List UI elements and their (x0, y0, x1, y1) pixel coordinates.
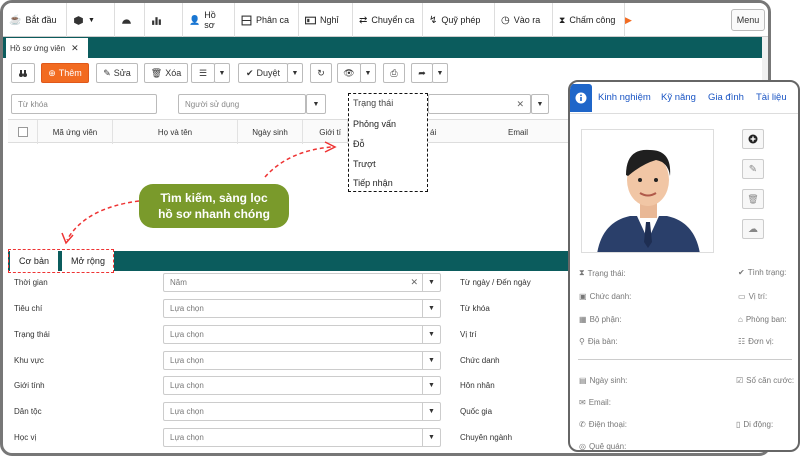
clear-icon[interactable]: ✕ (410, 277, 418, 288)
caret-down-icon: ▼ (422, 429, 440, 446)
envelope-icon: ✉ (579, 398, 586, 407)
form-row: Học vị Lựa chọn ▼ Chuyên ngành (3, 428, 573, 448)
form-label-right: Chuyên ngành (460, 433, 513, 442)
form-label: Giới tính (14, 381, 45, 390)
field-status: ⧗ Trạng thái: (579, 268, 626, 278)
caret-down-icon: ▼ (422, 300, 440, 317)
check-square-icon: ☑ (736, 376, 744, 385)
region-select[interactable]: Lựa chọn ▼ (163, 351, 441, 370)
form-label-right: Từ ngày / Đến ngày (460, 278, 531, 287)
menu-button[interactable]: Menu (731, 9, 765, 31)
field-department: ▦ Bộ phận: (579, 315, 622, 324)
form-label-right: Chức danh (460, 356, 500, 365)
form-row: Trạng thái Lựa chọn ▼ Vị trí (3, 325, 573, 345)
field-condition: ✔ Tình trạng: (738, 268, 787, 277)
globe-icon: ◎ (579, 442, 586, 451)
menu-scroll-right-icon[interactable]: ▶ (625, 3, 635, 37)
divider (578, 359, 792, 360)
field-position: ▭ Vị trí: (738, 292, 768, 301)
form-row: Giới tính Lựa chọn ▼ Hôn nhân (3, 376, 573, 396)
field-title: ▣ Chức danh: (579, 292, 632, 301)
home-icon: ⌂ (738, 315, 743, 324)
field-mobile: ▯ Di động: (736, 420, 774, 429)
gender-select[interactable]: Lựa chọn ▼ (163, 376, 441, 395)
form-label: Thời gian (14, 278, 48, 287)
upload-photo-button[interactable]: ☁ (742, 219, 764, 239)
time-select[interactable]: Năm ✕ ▼ (163, 273, 441, 292)
hourglass-icon: ⧗ (579, 268, 585, 277)
form-label: Học vị (14, 433, 37, 442)
mobile-icon: ▯ (736, 420, 741, 429)
tabs-highlight-box (8, 249, 114, 273)
form-label: Trạng thái (14, 330, 50, 339)
caret-down-icon: ▼ (422, 377, 440, 394)
tab-family[interactable]: Gia đình (708, 92, 744, 103)
status-select[interactable]: Lựa chọn ▼ (163, 325, 441, 344)
form-label: Dân tộc (14, 407, 42, 416)
form-label-right: Quốc gia (460, 407, 493, 416)
tab-documents[interactable]: Tài liệu (756, 92, 787, 103)
degree-select[interactable]: Lựa chọn ▼ (163, 428, 441, 447)
form-label: Khu vực (14, 356, 44, 365)
avatar (597, 149, 700, 252)
caret-down-icon: ▼ (422, 403, 440, 420)
field-room: ⌂ Phòng ban: (738, 315, 787, 324)
field-birth-date: ▤ Ngày sinh: (579, 376, 628, 385)
form-label-right: Vị trí (460, 330, 477, 339)
field-unit: ☷ Đơn vị: (738, 337, 774, 346)
trash-icon: 🗑 (747, 193, 759, 204)
caret-down-icon: ▼ (422, 352, 440, 369)
map-marker-icon: ⚲ (579, 337, 585, 346)
ethnicity-select[interactable]: Lựa chọn ▼ (163, 402, 441, 421)
form-row: Khu vực Lựa chọn ▼ Chức danh (3, 351, 573, 371)
tab-experience[interactable]: Kinh nghiệm (598, 92, 651, 103)
detail-tabs: Kinh nghiệm Kỹ năng Gia đình Tài liệu (570, 82, 798, 114)
plus-circle-icon (748, 134, 758, 144)
criteria-select[interactable]: Lựa chọn ▼ (163, 299, 441, 318)
field-area: ⚲ Địa bàn: (579, 337, 618, 346)
id-badge-icon: ▣ (579, 292, 587, 301)
candidate-photo (581, 129, 714, 253)
tab-info[interactable] (570, 84, 592, 112)
pencil-icon: ✎ (748, 163, 758, 175)
sitemap-icon: ☷ (738, 337, 746, 346)
building-icon: ▦ (579, 315, 587, 324)
menu-item-timekeeping[interactable]: ⧗ Chấm công (553, 3, 625, 37)
form-row: Tiêu chí Lựa chọn ▼ Từ khóa (3, 299, 573, 319)
info-icon (575, 92, 587, 104)
field-phone: ✆ Điện thoại: (579, 420, 627, 429)
form-label: Tiêu chí (14, 304, 43, 313)
feature-callout: Tìm kiếm, sàng lọc hồ sơ nhanh chóng (139, 184, 289, 228)
phone-icon: ✆ (579, 420, 586, 429)
field-hometown: ◎ Quê quán: (579, 442, 627, 451)
form-label-right: Từ khóa (460, 304, 490, 313)
candidate-detail-panel: Kinh nghiệm Kỹ năng Gia đình Tài liệu ✎ … (568, 80, 800, 452)
field-email: ✉ Email: (579, 398, 611, 407)
add-photo-button[interactable] (742, 129, 764, 149)
field-id-number: ☑ Số căn cước: (736, 376, 795, 385)
cloud-upload-icon: ☁ (748, 223, 758, 235)
form-row: Dân tộc Lựa chọn ▼ Quốc gia (3, 402, 573, 422)
caret-down-icon: ▼ (422, 326, 440, 343)
calendar-icon: ▤ (579, 376, 587, 385)
form-label-right: Hôn nhân (460, 381, 495, 390)
caret-down-icon: ▼ (422, 274, 440, 291)
form-row: Thời gian Năm ✕ ▼ Từ ngày / Đến ngày (3, 273, 573, 293)
delete-photo-button[interactable]: 🗑 (742, 189, 764, 209)
check-icon: ✔ (738, 268, 745, 277)
id-card-icon: ▭ (738, 292, 746, 301)
tab-skills[interactable]: Kỹ năng (661, 92, 696, 103)
edit-photo-button[interactable]: ✎ (742, 159, 764, 179)
